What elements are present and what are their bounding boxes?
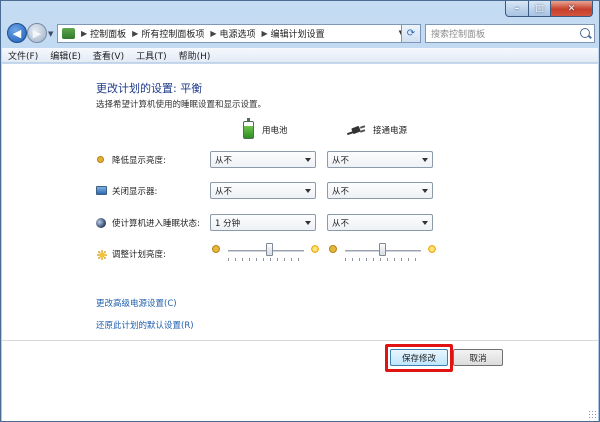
refresh-icon: ⟳ bbox=[406, 28, 416, 39]
advanced-power-settings-link[interactable]: 更改高级电源设置(C) bbox=[96, 297, 177, 309]
dropdown-arrow-icon bbox=[422, 189, 428, 193]
control-panel-window: – □ ✕ ◀ ▶ ▼ ▶ 控制面板 ▶ 所有控制面板项 ▶ 电源选项 ▶ 编辑… bbox=[0, 0, 600, 422]
dim-sun-icon bbox=[329, 245, 337, 253]
menu-tools[interactable]: 工具(T) bbox=[136, 49, 167, 62]
chevron-right-icon: ▶ bbox=[132, 29, 139, 38]
slider-ticks bbox=[345, 258, 421, 261]
column-label-battery: 用电池 bbox=[262, 126, 288, 136]
row-label-sleep: 使计算机进入睡眠状态: bbox=[112, 219, 200, 229]
row-dim-display: 降低显示亮度: bbox=[96, 154, 166, 166]
row-turn-off-display: 关闭显示器: bbox=[96, 185, 157, 197]
address-bar[interactable]: ▶ 控制面板 ▶ 所有控制面板项 ▶ 电源选项 ▶ 编辑计划设置 ▼ bbox=[57, 24, 419, 43]
breadcrumb-edit-plan[interactable]: 编辑计划设置 bbox=[271, 27, 325, 40]
chevron-right-icon: ▶ bbox=[261, 29, 268, 38]
menu-help[interactable]: 帮助(H) bbox=[179, 49, 211, 62]
brightness-plugged-slider[interactable] bbox=[329, 241, 437, 261]
caption-buttons: – □ ✕ bbox=[505, 1, 593, 17]
dim-display-icon bbox=[97, 156, 104, 163]
sleep-battery-select[interactable]: 1 分钟 bbox=[210, 214, 316, 231]
menu-bar: 文件(F) 编辑(E) 查看(V) 工具(T) 帮助(H) bbox=[2, 48, 598, 63]
bright-sun-icon bbox=[310, 244, 320, 254]
refresh-button[interactable]: ⟳ bbox=[401, 24, 421, 43]
save-button-highlight bbox=[385, 344, 453, 372]
recent-pages-dropdown[interactable]: ▼ bbox=[48, 30, 53, 38]
control-panel-icon bbox=[62, 28, 75, 39]
sleep-plugged-select[interactable]: 从不 bbox=[327, 214, 433, 231]
search-box[interactable]: 搜索控制面板 bbox=[425, 24, 595, 43]
dim-display-battery-select[interactable]: 从不 bbox=[210, 151, 316, 168]
slider-thumb[interactable] bbox=[379, 243, 386, 256]
cancel-button[interactable]: 取消 bbox=[453, 349, 503, 366]
row-sleep: 使计算机进入睡眠状态: bbox=[96, 217, 200, 229]
dropdown-arrow-icon bbox=[305, 221, 311, 225]
sleep-moon-icon bbox=[96, 218, 106, 228]
dim-sun-icon bbox=[212, 245, 220, 253]
back-arrow-icon: ◀ bbox=[12, 26, 22, 40]
close-button[interactable]: ✕ bbox=[551, 1, 593, 17]
chevron-right-icon: ▶ bbox=[210, 29, 217, 38]
page-title: 更改计划的设置: 平衡 bbox=[96, 82, 203, 95]
breadcrumb-all-items[interactable]: 所有控制面板项 bbox=[141, 27, 204, 40]
breadcrumb-power-options[interactable]: 电源选项 bbox=[220, 27, 256, 40]
row-label-dim-display: 降低显示亮度: bbox=[112, 156, 166, 166]
column-header-battery: 用电池 bbox=[243, 118, 288, 139]
battery-icon bbox=[243, 118, 254, 139]
minimize-button[interactable]: – bbox=[505, 1, 529, 17]
dropdown-arrow-icon bbox=[305, 158, 311, 162]
forward-button[interactable]: ▶ bbox=[27, 23, 47, 43]
dim-display-plugged-select[interactable]: 从不 bbox=[327, 151, 433, 168]
menu-view[interactable]: 查看(V) bbox=[93, 49, 124, 62]
footer-divider bbox=[2, 340, 598, 341]
brightness-battery-slider[interactable] bbox=[212, 241, 320, 261]
power-plug-icon bbox=[346, 125, 366, 135]
column-header-plugged: 接通电源 bbox=[346, 124, 408, 136]
brightness-sun-icon bbox=[96, 249, 108, 261]
dropdown-arrow-icon bbox=[305, 189, 311, 193]
monitor-icon bbox=[96, 186, 107, 195]
row-label-turn-off-display: 关闭显示器: bbox=[112, 187, 158, 197]
bright-sun-icon bbox=[427, 244, 437, 254]
menu-file[interactable]: 文件(F) bbox=[8, 49, 38, 62]
slider-ticks bbox=[228, 258, 304, 261]
chevron-right-icon: ▶ bbox=[81, 29, 88, 38]
restore-defaults-link[interactable]: 还原此计划的默认设置(R) bbox=[96, 319, 194, 331]
navigation-bar: ◀ ▶ ▼ ▶ 控制面板 ▶ 所有控制面板项 ▶ 电源选项 ▶ 编辑计划设置 ▼… bbox=[1, 21, 599, 47]
search-icon[interactable] bbox=[580, 28, 590, 38]
dropdown-arrow-icon bbox=[422, 158, 428, 162]
row-label-brightness: 调整计划亮度: bbox=[112, 250, 166, 260]
forward-arrow-icon: ▶ bbox=[32, 26, 42, 40]
back-button[interactable]: ◀ bbox=[7, 23, 27, 43]
menu-edit[interactable]: 编辑(E) bbox=[50, 49, 81, 62]
search-placeholder: 搜索控制面板 bbox=[431, 30, 486, 40]
turn-off-display-battery-select[interactable]: 从不 bbox=[210, 182, 316, 199]
maximize-button[interactable]: □ bbox=[529, 1, 551, 17]
turn-off-display-plugged-select[interactable]: 从不 bbox=[327, 182, 433, 199]
dropdown-arrow-icon bbox=[422, 221, 428, 225]
resize-grip[interactable] bbox=[588, 410, 597, 419]
row-brightness: 调整计划亮度: bbox=[96, 248, 166, 260]
column-label-plugged: 接通电源 bbox=[373, 126, 408, 136]
page-subtitle: 选择希望计算机使用的睡眠设置和显示设置。 bbox=[96, 100, 267, 110]
breadcrumb-control-panel[interactable]: 控制面板 bbox=[90, 27, 126, 40]
slider-thumb[interactable] bbox=[265, 243, 273, 256]
